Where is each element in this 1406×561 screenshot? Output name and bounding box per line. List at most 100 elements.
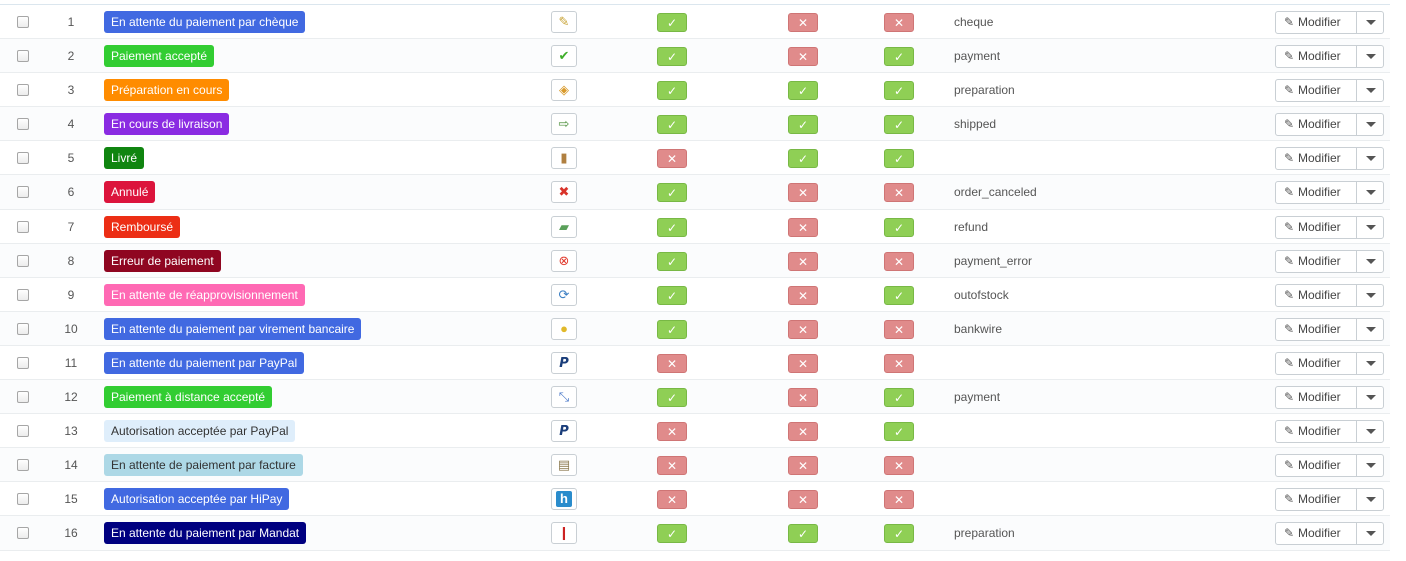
- dropdown-toggle[interactable]: [1356, 352, 1383, 374]
- row-checkbox[interactable]: [17, 220, 29, 233]
- col3-yes-icon[interactable]: ✓: [884, 422, 914, 442]
- col3-no-icon[interactable]: ✕: [884, 183, 914, 203]
- col3-yes-icon[interactable]: ✓: [884, 47, 914, 67]
- col3-yes-icon[interactable]: ✓: [884, 149, 914, 169]
- col3-no-icon[interactable]: ✕: [884, 456, 914, 476]
- col1-yes-icon[interactable]: ✓: [657, 217, 687, 237]
- dropdown-toggle[interactable]: [1356, 250, 1383, 272]
- table-row[interactable]: 14 En attente de paiement par facture ▤ ✕ ✕ ✕…: [0, 448, 1390, 483]
- row-checkbox[interactable]: [17, 288, 29, 301]
- modifier-button[interactable]: ✎ Modifier: [1276, 523, 1356, 544]
- table-row[interactable]: 2 Paiement accepté ✔ ✓ ✕ ✓ payment ✎ Modifier: [0, 39, 1390, 74]
- table-row[interactable]: 16 En attente du paiement par Mandat ❙ ✓ ✓ ✓ p…: [0, 516, 1390, 551]
- col2-no-icon[interactable]: ✕: [788, 319, 818, 339]
- col1-no-icon[interactable]: ✕: [657, 490, 687, 510]
- col1-yes-icon[interactable]: ✓: [657, 81, 687, 101]
- col3-yes-icon[interactable]: ✓: [884, 115, 914, 135]
- col2-yes-icon[interactable]: ✓: [788, 115, 818, 135]
- col3-no-icon[interactable]: ✕: [884, 353, 914, 373]
- table-row[interactable]: 10 En attente du paiement par virement ba…: [0, 311, 1390, 346]
- col1-yes-icon[interactable]: ✓: [657, 47, 687, 67]
- col1-yes-icon[interactable]: ✓: [657, 285, 687, 305]
- col2-no-icon[interactable]: ✕: [788, 251, 818, 271]
- table-row[interactable]: 11 En attente du paiement par PayPal P ✕ ✕ ✕ ✎…: [0, 346, 1390, 381]
- modifier-button[interactable]: ✎ Modifier: [1276, 387, 1356, 408]
- col2-yes-icon[interactable]: ✓: [788, 81, 818, 101]
- col3-yes-icon[interactable]: ✓: [884, 388, 914, 408]
- modifier-button[interactable]: ✎ Modifier: [1276, 12, 1356, 33]
- col2-no-icon[interactable]: ✕: [788, 13, 818, 32]
- col2-no-icon[interactable]: ✕: [788, 456, 818, 476]
- col3-no-icon[interactable]: ✕: [884, 13, 914, 32]
- dropdown-toggle[interactable]: [1356, 182, 1383, 204]
- modifier-button[interactable]: ✎ Modifier: [1276, 489, 1356, 510]
- col2-no-icon[interactable]: ✕: [788, 217, 818, 237]
- row-checkbox[interactable]: [17, 459, 29, 472]
- dropdown-toggle[interactable]: [1356, 489, 1383, 511]
- col2-no-icon[interactable]: ✕: [788, 47, 818, 67]
- col1-yes-icon[interactable]: ✓: [657, 388, 687, 408]
- table-row[interactable]: 7 Remboursé ▰ ✓ ✕ ✓ refund ✎ Modifier: [0, 210, 1390, 244]
- row-checkbox[interactable]: [17, 493, 29, 506]
- table-row[interactable]: 5 Livré ▮ ✕ ✓ ✓ ✎ Modifier: [0, 141, 1390, 176]
- col3-no-icon[interactable]: ✕: [884, 319, 914, 339]
- col2-yes-icon[interactable]: ✓: [788, 149, 818, 169]
- dropdown-toggle[interactable]: [1356, 284, 1383, 306]
- col3-no-icon[interactable]: ✕: [884, 251, 914, 271]
- modifier-button[interactable]: ✎ Modifier: [1276, 421, 1356, 442]
- col2-no-icon[interactable]: ✕: [788, 422, 818, 442]
- modifier-button[interactable]: ✎ Modifier: [1276, 251, 1356, 272]
- dropdown-toggle[interactable]: [1356, 455, 1383, 477]
- table-row[interactable]: 13 Autorisation acceptée par PayPal P ✕ ✕ ✓ ✎ M…: [0, 414, 1390, 449]
- modifier-button[interactable]: ✎ Modifier: [1276, 80, 1356, 101]
- table-row[interactable]: 1 En attente du paiement par chèque ✎ ✓ ✕ ✕ ch…: [0, 5, 1390, 40]
- row-checkbox[interactable]: [17, 50, 29, 63]
- dropdown-toggle[interactable]: [1356, 12, 1383, 33]
- col2-no-icon[interactable]: ✕: [788, 353, 818, 373]
- dropdown-toggle[interactable]: [1356, 318, 1383, 340]
- dropdown-toggle[interactable]: [1356, 523, 1383, 545]
- col2-no-icon[interactable]: ✕: [788, 388, 818, 408]
- row-checkbox[interactable]: [17, 16, 29, 28]
- dropdown-toggle[interactable]: [1356, 216, 1383, 238]
- col3-yes-icon[interactable]: ✓: [884, 217, 914, 237]
- dropdown-toggle[interactable]: [1356, 80, 1383, 102]
- dropdown-toggle[interactable]: [1356, 148, 1383, 170]
- table-row[interactable]: 4 En cours de livraison ⇨ ✓ ✓ ✓ shipped ✎ Modifi…: [0, 107, 1390, 142]
- table-row[interactable]: 15 Autorisation acceptée par HiPay h ✕ ✕ ✕ ✎ Mo…: [0, 482, 1390, 517]
- col2-yes-icon[interactable]: ✓: [788, 524, 818, 544]
- col3-yes-icon[interactable]: ✓: [884, 81, 914, 101]
- dropdown-toggle[interactable]: [1356, 387, 1383, 409]
- dropdown-toggle[interactable]: [1356, 46, 1383, 68]
- row-checkbox[interactable]: [17, 152, 29, 165]
- modifier-button[interactable]: ✎ Modifier: [1276, 285, 1356, 306]
- col2-no-icon[interactable]: ✕: [788, 285, 818, 305]
- modifier-button[interactable]: ✎ Modifier: [1276, 455, 1356, 476]
- dropdown-toggle[interactable]: [1356, 114, 1383, 136]
- col1-yes-icon[interactable]: ✓: [657, 319, 687, 339]
- col1-yes-icon[interactable]: ✓: [657, 115, 687, 135]
- row-checkbox[interactable]: [17, 322, 29, 335]
- modifier-button[interactable]: ✎ Modifier: [1276, 353, 1356, 374]
- col3-no-icon[interactable]: ✕: [884, 490, 914, 510]
- row-checkbox[interactable]: [17, 391, 29, 404]
- table-row[interactable]: 6 Annulé ✖ ✓ ✕ ✕ order_canceled ✎ Modifier: [0, 175, 1390, 210]
- col1-yes-icon[interactable]: ✓: [657, 183, 687, 203]
- col1-yes-icon[interactable]: ✓: [657, 251, 687, 271]
- col2-no-icon[interactable]: ✕: [788, 183, 818, 203]
- col1-no-icon[interactable]: ✕: [657, 422, 687, 442]
- table-row[interactable]: 9 En attente de réapprovisionnement ⟳ ✓ ✕ ✓ ou…: [0, 278, 1390, 312]
- col1-no-icon[interactable]: ✕: [657, 149, 687, 169]
- row-checkbox[interactable]: [17, 425, 29, 438]
- table-row[interactable]: 8 Erreur de paiement ⊗ ✓ ✕ ✕ payment_error ✎ Mod…: [0, 243, 1390, 278]
- modifier-button[interactable]: ✎ Modifier: [1276, 114, 1356, 135]
- col2-no-icon[interactable]: ✕: [788, 490, 818, 510]
- row-checkbox[interactable]: [17, 84, 29, 97]
- table-row[interactable]: 3 Préparation en cours ◈ ✓ ✓ ✓ preparation ✎ Mod…: [0, 73, 1390, 108]
- col3-yes-icon[interactable]: ✓: [884, 524, 914, 544]
- dropdown-toggle[interactable]: [1356, 421, 1383, 443]
- col1-yes-icon[interactable]: ✓: [657, 13, 687, 32]
- modifier-button[interactable]: ✎ Modifier: [1276, 182, 1356, 203]
- modifier-button[interactable]: ✎ Modifier: [1276, 148, 1356, 169]
- modifier-button[interactable]: ✎ Modifier: [1276, 319, 1356, 340]
